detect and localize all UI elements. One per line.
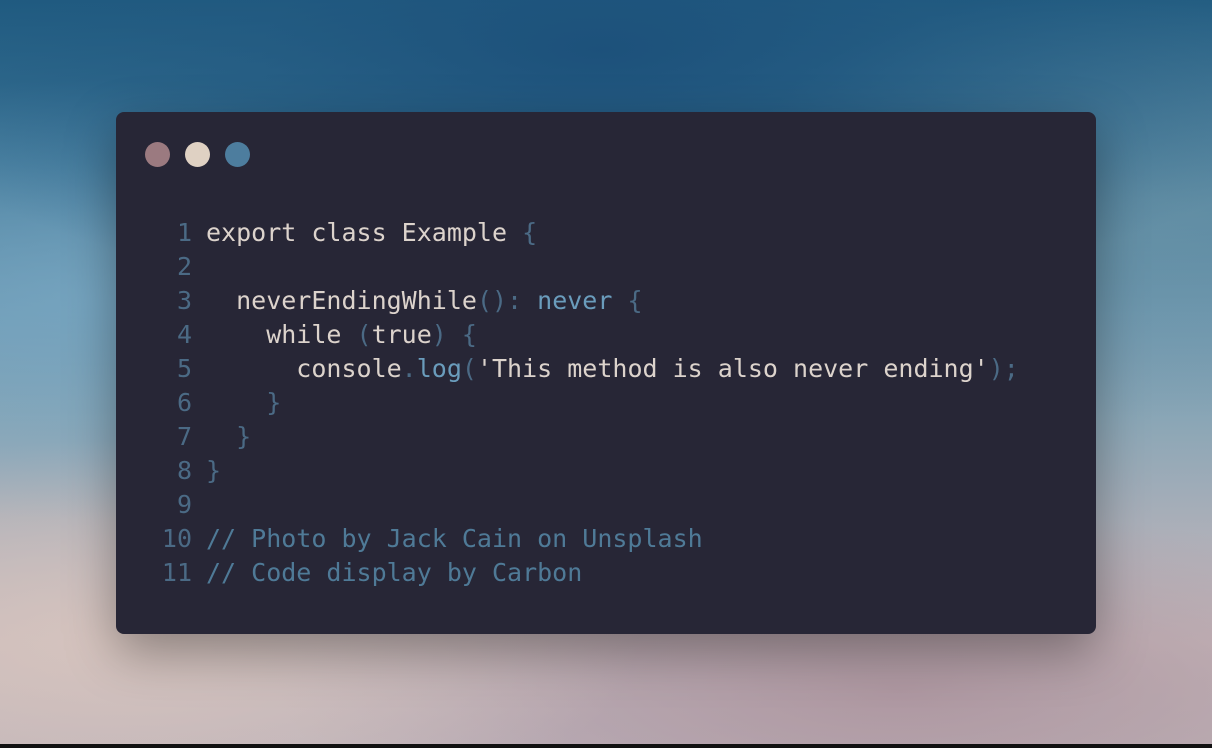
minimize-dot-icon[interactable] [185,142,210,167]
line-number: 8 [176,456,192,485]
code-token: log [416,354,462,383]
code-token: () [476,286,508,315]
line-number: 7 [176,422,192,451]
line-number: 10 [161,524,192,553]
line-number: 3 [176,286,192,315]
code-token: true [371,320,432,349]
code-token: // Code display by Carbon [206,558,583,587]
code-text: } [206,420,251,454]
code-token: export class Example [206,218,523,247]
code-line: 4 while (true) { [160,318,1019,352]
code-line: 8} [160,454,1019,488]
code-token: never [537,286,613,315]
code-window: 1 export class Example {2 3 neverEndingWhi… [116,112,1096,634]
code-line: 10 // Photo by Jack Cain on Unsplash [160,522,1019,556]
code-text: // Code display by Carbon [206,556,582,590]
code-token: : [507,286,538,315]
code-line: 5 console.log('This method is also never… [160,352,1019,386]
line-number: 4 [176,320,192,349]
code-token: } [206,456,222,485]
line-number: 5 [176,354,192,383]
code-text: neverEndingWhile(): never { [206,284,643,318]
code-text: } [206,386,281,420]
code-token: console [206,354,402,383]
line-number: 9 [176,490,192,519]
code-text: while (true) { [206,318,477,352]
code-line: 1 export class Example { [160,216,1019,250]
line-number: 2 [176,252,192,281]
code-token: // Photo by Jack Cain on Unsplash [206,524,703,553]
line-number: 6 [176,388,192,417]
code-token: ); [988,354,1019,383]
code-line: 2 [160,250,1019,284]
code-text: // Photo by Jack Cain on Unsplash [206,522,703,556]
code-line: 9 [160,488,1019,522]
code-line: 6 } [160,386,1019,420]
code-text: console.log('This method is also never e… [206,352,1019,386]
bottom-edge [0,744,1212,748]
code-text: export class Example { [206,216,537,250]
code-token: 'This method is also never ending' [476,354,989,383]
code-token: neverEndingWhile [206,286,477,315]
line-number: 11 [161,558,192,587]
maximize-dot-icon[interactable] [225,142,250,167]
code-line: 7 } [160,420,1019,454]
code-token: { [612,286,643,315]
code-token: while [206,320,357,349]
code-token: } [206,422,252,451]
code-token: ) { [431,320,477,349]
close-dot-icon[interactable] [145,142,170,167]
code-line: 11 // Code display by Carbon [160,556,1019,590]
code-token: } [206,388,282,417]
code-editor[interactable]: 1 export class Example {2 3 neverEndingWhi… [160,216,1019,590]
code-line: 3 neverEndingWhile(): never { [160,284,1019,318]
code-token: ( [356,320,372,349]
code-token: { [522,218,538,247]
code-token: ( [461,354,477,383]
line-number: 1 [176,218,192,247]
code-token: . [401,354,417,383]
code-text: } [206,454,221,488]
